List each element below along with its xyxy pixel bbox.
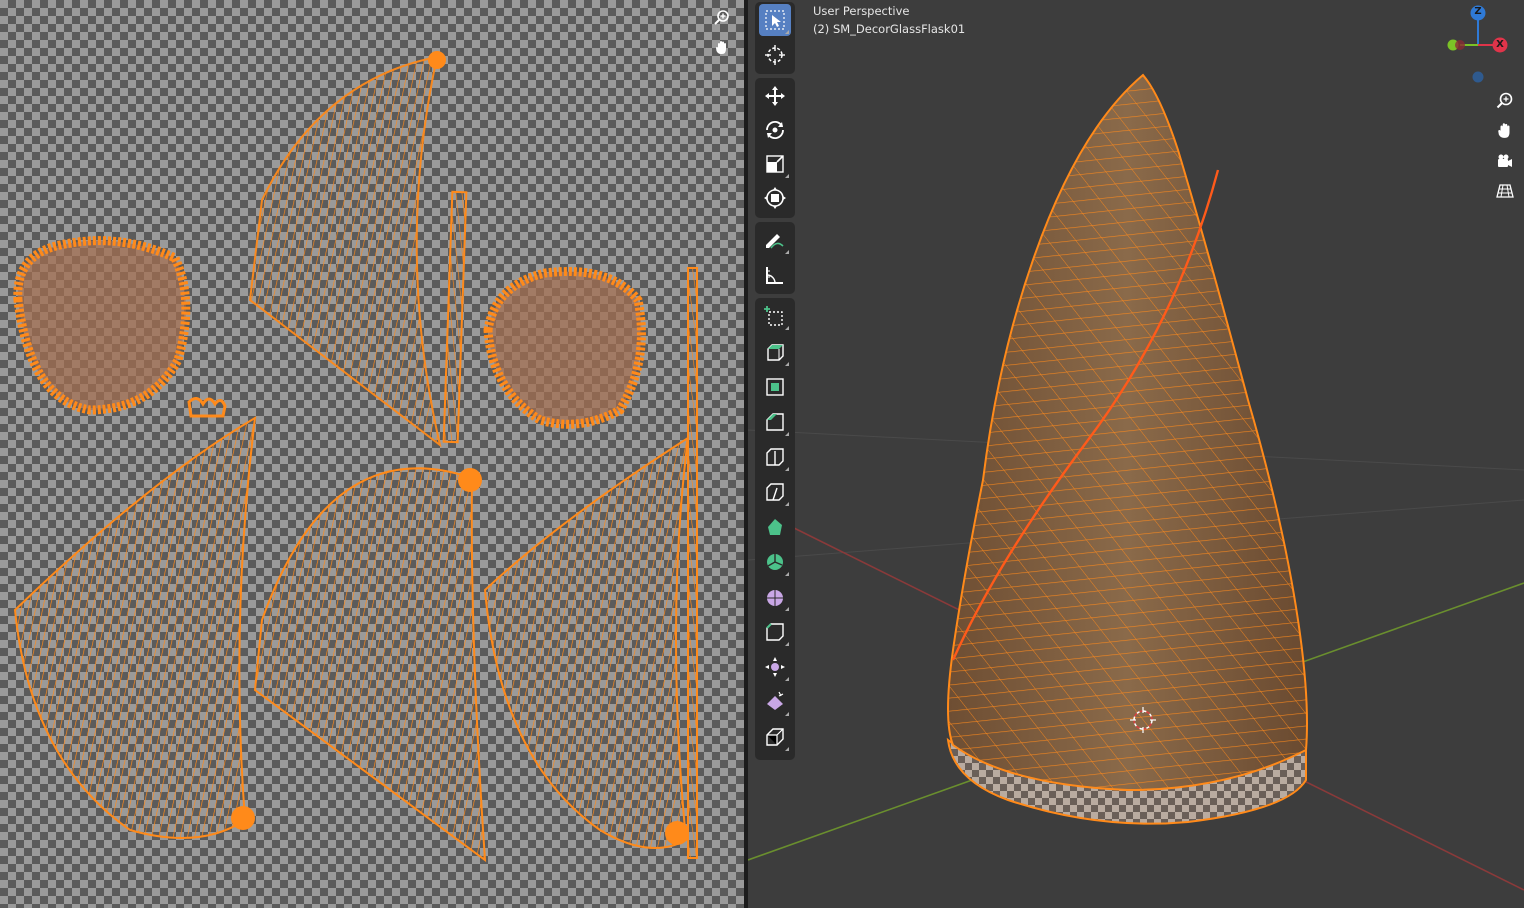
viewport-scene xyxy=(748,5,1524,891)
bevel-tool[interactable] xyxy=(759,406,791,438)
scale-tool[interactable] xyxy=(759,148,791,180)
transform-tool[interactable] xyxy=(759,182,791,214)
rotate-tool[interactable] xyxy=(759,114,791,146)
shear-tool[interactable] xyxy=(759,686,791,718)
grid-perspective-icon[interactable] xyxy=(1492,178,1518,204)
uv-island-circle-left[interactable] xyxy=(13,236,191,415)
shrink-fatten-tool[interactable] xyxy=(759,651,791,683)
rip-tool[interactable] xyxy=(759,721,791,753)
poly-build-tool[interactable] xyxy=(759,511,791,543)
uv-editor[interactable] xyxy=(0,0,744,908)
hand-pan-icon[interactable] xyxy=(712,37,732,57)
spin-tool[interactable] xyxy=(759,546,791,578)
knife-tool[interactable] xyxy=(759,476,791,508)
uv-island-top[interactable] xyxy=(248,51,446,448)
gizmo-x-label: X xyxy=(1496,39,1504,50)
3d-viewport[interactable]: Z X User Perspective (2) SM_DecorGlassFl… xyxy=(748,0,1524,908)
uv-island-bottom-left[interactable] xyxy=(13,416,257,839)
smooth-tool[interactable] xyxy=(759,581,791,613)
uv-island-strip[interactable] xyxy=(442,190,468,444)
annotate-tool[interactable] xyxy=(759,224,791,256)
measure-tool[interactable] xyxy=(759,259,791,291)
extrude-tool[interactable] xyxy=(759,336,791,368)
zoom-icon[interactable] xyxy=(1492,87,1518,113)
edge-slide-tool[interactable] xyxy=(759,616,791,648)
toolbar-mesh-group xyxy=(755,298,795,760)
toolbar-transform-group xyxy=(755,78,795,218)
select-box-tool[interactable] xyxy=(759,4,791,36)
add-cube-tool[interactable] xyxy=(759,300,791,332)
uv-island-bottom-right[interactable] xyxy=(483,436,690,849)
hand-pan-icon[interactable] xyxy=(1492,117,1518,143)
camera-icon[interactable] xyxy=(1492,148,1518,174)
uv-island-strip-2[interactable] xyxy=(687,267,698,859)
object-label: (2) SM_DecorGlassFlask01 xyxy=(813,22,966,36)
move-tool[interactable] xyxy=(759,80,791,112)
cursor-tool[interactable] xyxy=(759,39,791,71)
uv-island-fragment[interactable] xyxy=(187,397,227,418)
uv-islands xyxy=(13,51,698,863)
gizmo-z-label: Z xyxy=(1474,6,1482,17)
toolbar-annotate-group xyxy=(755,222,795,294)
loop-cut-tool[interactable] xyxy=(759,441,791,473)
gizmo-neg-z-axis[interactable] xyxy=(1472,71,1484,83)
zoom-icon[interactable] xyxy=(712,7,732,27)
toolbar-select-group xyxy=(755,2,795,74)
uv-island-bottom-middle[interactable] xyxy=(253,467,487,863)
flask-mesh[interactable] xyxy=(946,73,1308,825)
perspective-label: User Perspective xyxy=(813,4,910,18)
uv-island-circle-right[interactable] xyxy=(483,267,646,429)
inset-tool[interactable] xyxy=(759,371,791,403)
